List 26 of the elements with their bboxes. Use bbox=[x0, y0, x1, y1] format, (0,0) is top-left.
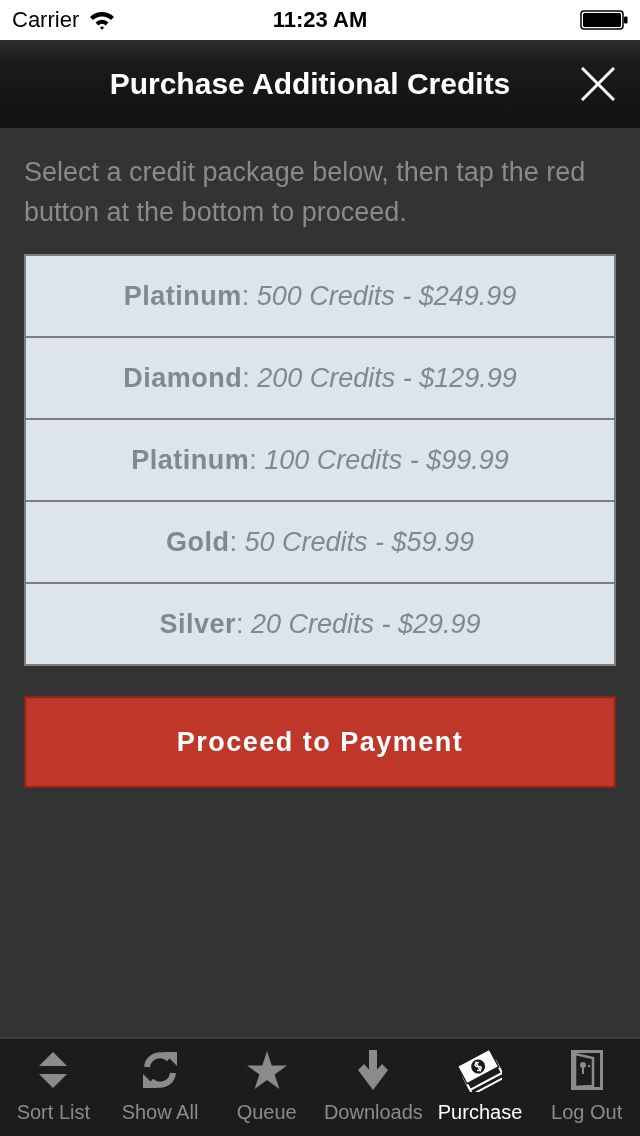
tab-bar-item[interactable]: Log Out bbox=[533, 1039, 640, 1136]
credit-package-option[interactable]: Gold: 50 Credits - $59.99 bbox=[26, 500, 614, 582]
refresh-icon bbox=[141, 1050, 179, 1090]
door-icon bbox=[570, 1050, 603, 1090]
sort-icon bbox=[39, 1052, 68, 1088]
instructions-text: Select a credit package below, then tap the red button at the bottom to proceed. bbox=[24, 156, 587, 229]
credit-package-option[interactable]: Platinum: 500 Credits - $249.99 bbox=[26, 256, 614, 336]
close-icon bbox=[581, 67, 615, 101]
tab-bar-item[interactable]: Sort List bbox=[0, 1039, 107, 1136]
battery-icon bbox=[580, 10, 628, 30]
down-arrow-icon bbox=[358, 1050, 389, 1090]
proceed-to-payment-button[interactable]: Proceed to Payment bbox=[24, 696, 616, 788]
carrier-name: Carrier bbox=[12, 7, 80, 33]
star-icon bbox=[246, 1051, 287, 1089]
credit-package-option[interactable]: Diamond: 200 Credits - $129.99 bbox=[26, 336, 614, 418]
wifi-icon bbox=[89, 10, 116, 30]
screen-title: Purchase Additional Credits bbox=[109, 67, 511, 101]
tab-bar-item[interactable]: Show All bbox=[106, 1039, 214, 1136]
credit-package-option[interactable]: Platinum: 100 Credits - $99.99 bbox=[26, 418, 614, 500]
money-stack-icon bbox=[458, 1048, 502, 1092]
status-time: 11:23 AM bbox=[272, 7, 368, 33]
tab-bar-item[interactable]: Downloads bbox=[320, 1039, 427, 1136]
close-button[interactable] bbox=[580, 66, 616, 102]
tab-bar-item[interactable]: Queue bbox=[213, 1039, 320, 1136]
tab-bar-item[interactable]: Purchase bbox=[426, 1039, 534, 1136]
credit-package-option[interactable]: Silver: 20 Credits - $29.99 bbox=[26, 582, 614, 664]
